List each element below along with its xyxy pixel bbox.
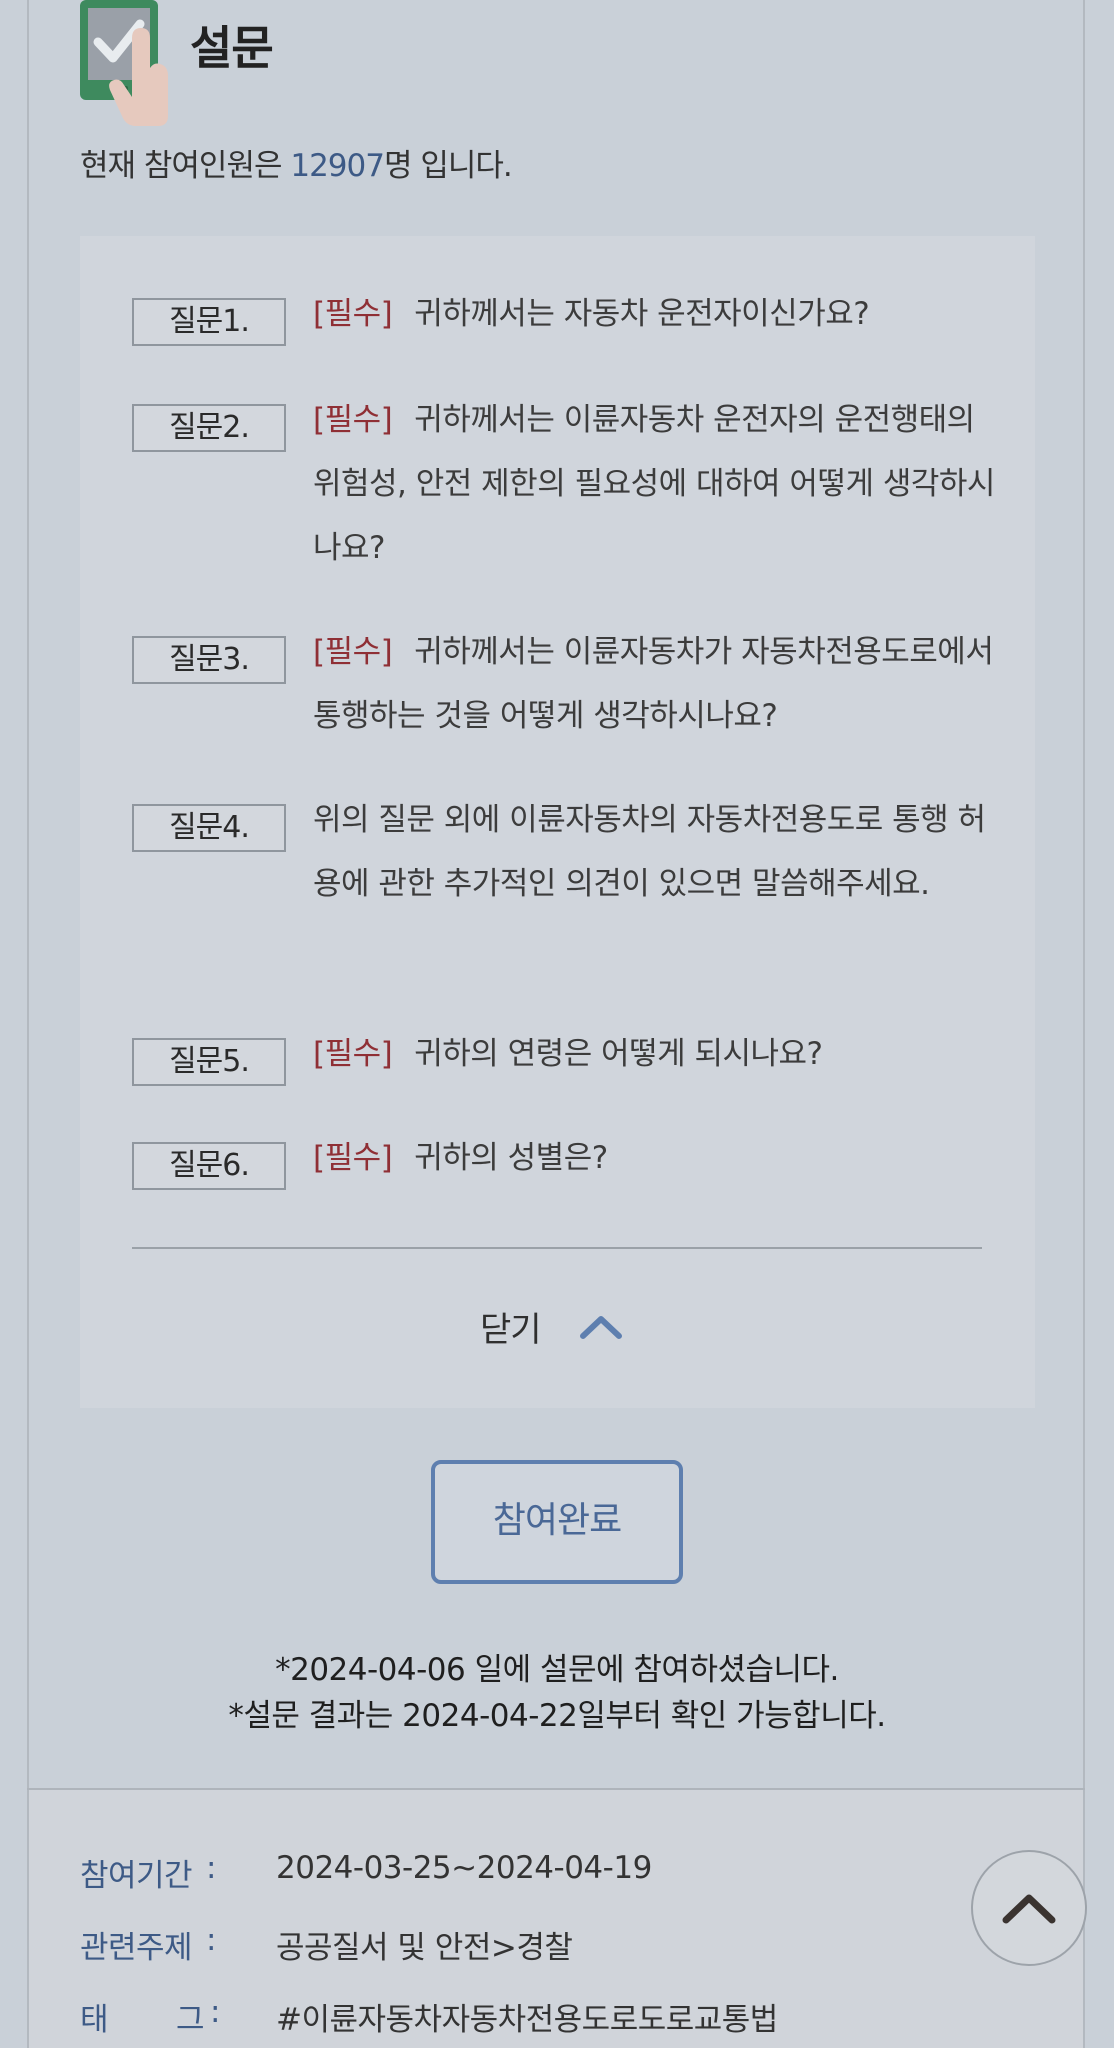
participants-suffix: 명 입니다.	[383, 148, 513, 184]
required-marker: [필수]	[313, 402, 393, 438]
participation-complete-button[interactable]: 참여완료	[431, 1460, 683, 1584]
question-label: 질문1.	[132, 298, 286, 346]
question-label: 질문2.	[132, 404, 286, 452]
question-text[interactable]: [필수] 귀하께서는 이륜자동차가 자동차전용도로에서 통행하는 것을 어떻게 생…	[313, 620, 1003, 748]
survey-tablet-icon	[80, 0, 180, 130]
tag-colon: :	[210, 1994, 221, 2030]
question-body: 귀하의 연령은 어떻게 되시나요?	[414, 1036, 823, 1072]
participants-prefix: 현재 참여인원은	[80, 148, 291, 184]
required-marker: [필수]	[313, 1036, 393, 1072]
panel-divider	[132, 1247, 982, 1249]
question-text[interactable]: [필수] 귀하께서는 자동차 운전자이신가요?	[313, 282, 1003, 346]
period-label: 참여기간	[80, 1858, 193, 1894]
topic-value[interactable]: 공공질서 및 안전>경찰	[276, 1922, 573, 1967]
question-text[interactable]: [필수] 귀하의 연령은 어떻게 되시나요?	[313, 1022, 1003, 1086]
close-label: 닫기	[480, 1309, 542, 1350]
topic-colon: :	[206, 1922, 217, 1958]
questions-panel: 질문1. [필수] 귀하께서는 자동차 운전자이신가요? 질문2. [필수] 귀하께…	[80, 236, 1035, 1408]
tag-label-char-1: 태	[80, 2002, 109, 2038]
chevron-up-icon	[1002, 1894, 1056, 1924]
chevron-up-icon	[579, 1316, 622, 1339]
question-body: 귀하께서는 이륜자동차가 자동차전용도로에서 통행하는 것을 어떻게 생각하시나…	[313, 634, 994, 734]
period-colon: :	[206, 1850, 217, 1886]
required-marker: [필수]	[313, 1140, 393, 1176]
question-text[interactable]: 위의 질문 외에 이륜자동차의 자동차전용도로 통행 허용에 관한 추가적인 의…	[313, 788, 1003, 916]
question-label: 질문3.	[132, 636, 286, 684]
question-body: 위의 질문 외에 이륜자동차의 자동차전용도로 통행 허용에 관한 추가적인 의…	[313, 802, 986, 902]
participant-count-text: 현재 참여인원은 12907명 입니다.	[80, 140, 513, 185]
tag-label-char-2: 그	[176, 2002, 205, 2038]
question-label: 질문5.	[132, 1038, 286, 1086]
topic-label: 관련주제	[80, 1930, 193, 1966]
question-text[interactable]: [필수] 귀하의 성별은?	[313, 1126, 1003, 1190]
question-label: 질문6.	[132, 1142, 286, 1190]
participation-date-notice: *2024-04-06 일에 설문에 참여하셨습니다.	[275, 1652, 839, 1688]
question-body: 귀하께서는 이륜자동차 운전자의 운전행태의 위험성, 안전 제한의 필요성에 …	[313, 402, 995, 566]
scroll-top-button[interactable]	[971, 1850, 1087, 1966]
participants-count: 12907	[290, 148, 385, 184]
question-text[interactable]: [필수] 귀하께서는 이륜자동차 운전자의 운전행태의 위험성, 안전 제한의 필…	[313, 388, 1003, 580]
question-body: 귀하의 성별은?	[414, 1140, 608, 1176]
result-date-notice: *설문 결과는 2024-04-22일부터 확인 가능합니다.	[228, 1698, 886, 1734]
close-button[interactable]: 닫기	[480, 1296, 623, 1356]
period-value: 2024-03-25~2024-04-19	[276, 1850, 652, 1886]
required-marker: [필수]	[313, 634, 393, 670]
question-body: 귀하께서는 자동차 운전자이신가요?	[414, 296, 870, 332]
required-marker: [필수]	[313, 296, 393, 332]
tag-value[interactable]: #이륜자동차자동차전용도로도로교통법	[276, 1994, 778, 2039]
page-title: 설문	[190, 21, 274, 75]
question-label: 질문4.	[132, 804, 286, 852]
